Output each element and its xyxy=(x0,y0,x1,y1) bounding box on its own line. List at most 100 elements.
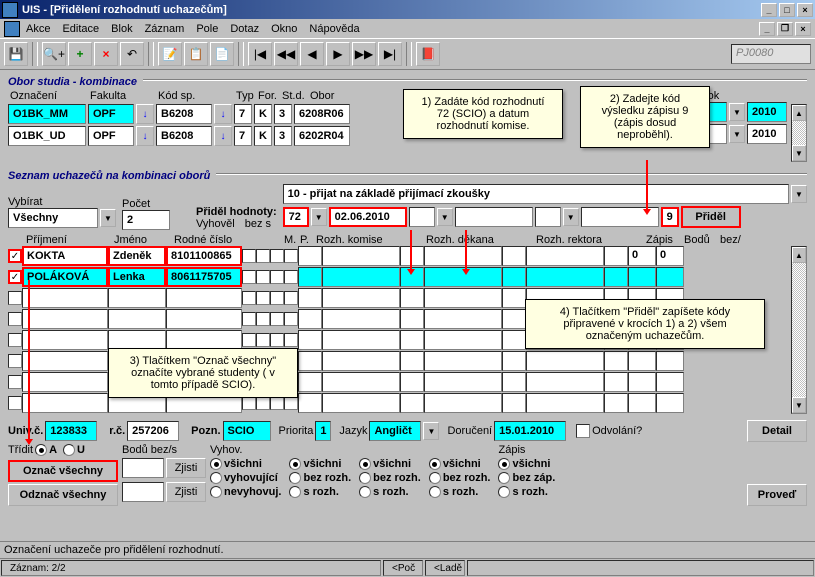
menu-okno[interactable]: Okno xyxy=(271,23,297,35)
menu-zaznam[interactable]: Záznam xyxy=(145,23,185,35)
radio-srozh-k[interactable]: s rozh. xyxy=(289,486,351,498)
minimize-button[interactable]: _ xyxy=(761,3,777,17)
priorita-field[interactable]: 1 xyxy=(315,421,331,441)
mdi-close[interactable]: × xyxy=(795,22,811,36)
scrollbar[interactable]: ▲ ▼ xyxy=(791,104,807,162)
combo1-kodsp[interactable]: B6208 xyxy=(156,104,212,124)
radio-bezrozh-r[interactable]: bez rozh. xyxy=(429,472,491,484)
last-icon[interactable]: ▶| xyxy=(378,42,402,66)
cell-rc[interactable]: 8061175705 xyxy=(166,267,242,287)
radio-vsichni-k[interactable]: všichni xyxy=(289,458,351,470)
dropdown-icon[interactable]: ▼ xyxy=(563,208,579,226)
lookup-icon[interactable]: ↓ xyxy=(214,126,232,146)
radio-bezrozh-d[interactable]: bez rozh. xyxy=(359,472,421,484)
univc-field[interactable]: 123833 xyxy=(45,421,97,441)
radio-a[interactable]: A xyxy=(35,444,57,456)
row-checkbox[interactable]: ✓ xyxy=(8,249,22,263)
dropdown-icon[interactable]: ▼ xyxy=(423,422,439,440)
rok1[interactable]: 2010 xyxy=(747,102,787,122)
zapis-field[interactable]: 9 xyxy=(661,207,679,227)
lookup-icon[interactable]: ↓ xyxy=(136,126,154,146)
row-checkbox[interactable]: ✓ xyxy=(8,270,22,284)
radio-vsichni[interactable]: všichni xyxy=(210,458,281,470)
odznac-vsechny-button[interactable]: Odznač všechny xyxy=(8,484,118,506)
clear-icon[interactable]: ↶ xyxy=(120,42,144,66)
combo1-typ[interactable]: 7 xyxy=(234,104,252,124)
chk[interactable] xyxy=(284,249,298,263)
combo2-oznaceni[interactable]: O1BK_UD xyxy=(8,126,86,146)
code-field[interactable]: 72 xyxy=(283,207,309,227)
proved-button[interactable]: Proveď xyxy=(747,484,807,506)
scroll-up-icon[interactable]: ▲ xyxy=(792,105,806,121)
radio-vsichni-z[interactable]: všichni xyxy=(498,458,555,470)
radio-nevyhovuj[interactable]: nevyhovuj. xyxy=(210,486,281,498)
mdi-minimize[interactable]: _ xyxy=(759,22,775,36)
combo1-fakulta[interactable]: OPF xyxy=(88,104,134,124)
zjisti-button2[interactable]: Zjisti xyxy=(166,482,206,502)
dropdown-icon[interactable]: ▼ xyxy=(729,125,745,143)
radio-srozh-d[interactable]: s rozh. xyxy=(359,486,421,498)
chk[interactable] xyxy=(270,249,284,263)
zjisti-button[interactable]: Zjisti xyxy=(166,458,206,478)
prev-page-icon[interactable]: ◀◀ xyxy=(274,42,298,66)
combo2-std[interactable]: 3 xyxy=(274,126,292,146)
rc-field[interactable]: 257206 xyxy=(127,421,179,441)
decision-combo[interactable]: 10 - přijat na základě přijímací zkoušky xyxy=(283,184,789,204)
odvolani-checkbox[interactable] xyxy=(576,424,590,438)
close-button[interactable]: × xyxy=(797,3,813,17)
radio-srozh-r[interactable]: s rozh. xyxy=(429,486,491,498)
lookup-icon[interactable]: ↓ xyxy=(214,104,232,124)
menu-blok[interactable]: Blok xyxy=(111,23,132,35)
date-field[interactable]: 02.06.2010 xyxy=(329,207,407,227)
dropdown-icon[interactable]: ▼ xyxy=(311,208,327,226)
next-icon[interactable]: ▶ xyxy=(326,42,350,66)
menu-pole[interactable]: Pole xyxy=(196,23,218,35)
pridel-button[interactable]: Přiděl xyxy=(681,206,741,228)
radio-vyhovujici[interactable]: vyhovující xyxy=(210,472,281,484)
radio-bezrozh-k[interactable]: bez rozh. xyxy=(289,472,351,484)
scroll-up-icon[interactable]: ▲ xyxy=(792,247,806,263)
cell-prijmeni[interactable]: POLÁKOVÁ xyxy=(22,267,108,287)
menu-dotaz[interactable]: Dotaz xyxy=(230,23,259,35)
mdi-restore[interactable]: ❐ xyxy=(777,22,793,36)
rok2[interactable]: 2010 xyxy=(747,124,787,144)
combo1-for[interactable]: K xyxy=(254,104,272,124)
combo1-oznaceni[interactable]: O1BK_MM xyxy=(8,104,86,124)
radio-vsichni-r[interactable]: všichni xyxy=(429,458,491,470)
menu-napoveda[interactable]: Nápověda xyxy=(309,23,359,35)
dropdown-icon[interactable]: ▼ xyxy=(729,103,745,121)
doc-icon-tb[interactable]: 📄 xyxy=(210,42,234,66)
chk[interactable] xyxy=(242,249,256,263)
detail-button[interactable]: Detail xyxy=(747,420,807,442)
radio-u[interactable]: U xyxy=(63,444,85,456)
menu-akce[interactable]: Akce xyxy=(26,23,50,35)
dropdown-icon[interactable]: ▼ xyxy=(100,209,116,227)
combo2-for[interactable]: K xyxy=(254,126,272,146)
delete-icon[interactable]: × xyxy=(94,42,118,66)
combo2-obor[interactable]: 6202R04 xyxy=(294,126,350,146)
doruceni-field[interactable]: 15.01.2010 xyxy=(494,421,566,441)
cell-jmeno[interactable]: Zdeněk xyxy=(108,246,166,266)
menu-editace[interactable]: Editace xyxy=(62,23,99,35)
scrollbar[interactable]: ▲ ▼ xyxy=(791,246,807,414)
oznac-vsechny-button[interactable]: Označ všechny xyxy=(8,460,118,482)
chk[interactable] xyxy=(256,249,270,263)
radio-srozh-z[interactable]: s rozh. xyxy=(498,486,555,498)
dropdown-icon[interactable]: ▼ xyxy=(791,185,807,203)
edit-icon[interactable]: 📝 xyxy=(158,42,182,66)
vybirat-select[interactable]: Všechny xyxy=(8,208,98,228)
combo1-std[interactable]: 3 xyxy=(274,104,292,124)
cell-rc[interactable]: 8101100865 xyxy=(166,246,242,266)
combo2-kodsp[interactable]: B6208 xyxy=(156,126,212,146)
lookup-icon[interactable]: ↓ xyxy=(136,104,154,124)
maximize-button[interactable]: □ xyxy=(779,3,795,17)
first-icon[interactable]: |◀ xyxy=(248,42,272,66)
prev-icon[interactable]: ◀ xyxy=(300,42,324,66)
save-icon[interactable]: 💾 xyxy=(4,42,28,66)
radio-vsichni-d[interactable]: všichni xyxy=(359,458,421,470)
dropdown-icon[interactable]: ▼ xyxy=(437,208,453,226)
find-icon[interactable]: 🔍+ xyxy=(42,42,66,66)
scroll-down-icon[interactable]: ▼ xyxy=(792,145,806,161)
list-icon[interactable]: 📋 xyxy=(184,42,208,66)
jazyk-field[interactable]: Angličt xyxy=(369,421,421,441)
